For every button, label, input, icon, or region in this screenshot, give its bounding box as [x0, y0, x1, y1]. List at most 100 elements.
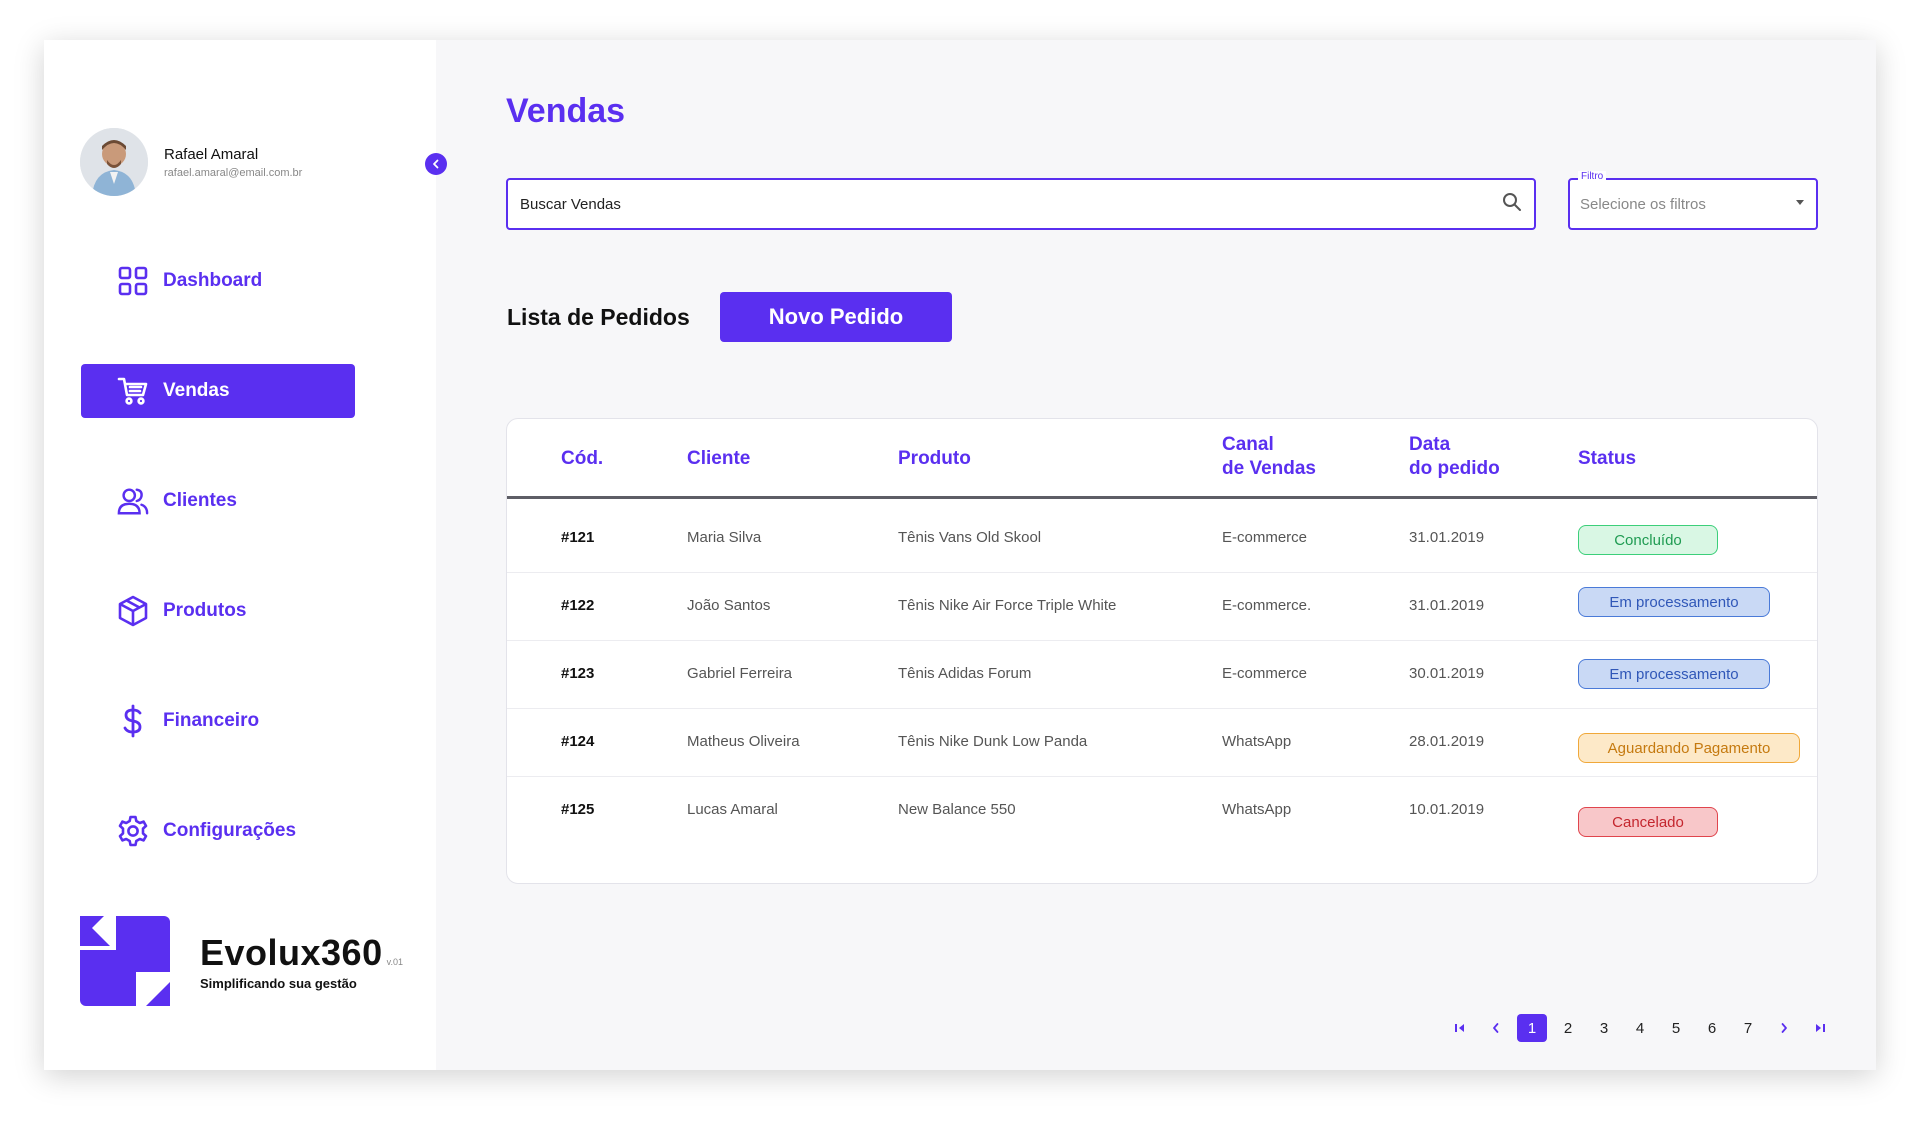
cell-channel: WhatsApp — [1222, 733, 1292, 750]
sidebar-item-clientes[interactable]: Clientes — [81, 474, 355, 528]
filter-select[interactable]: Filtro Selecione os filtros — [1568, 171, 1818, 230]
table-row[interactable]: #124 Matheus Oliveira Tênis Nike Dunk Low … — [507, 709, 1817, 777]
cell-client: João Santos — [687, 597, 771, 614]
search-input[interactable] — [520, 195, 1502, 213]
sidebar-item-label: Produtos — [163, 600, 247, 621]
sidebar-item-label: Configurações — [163, 820, 297, 841]
page-button-6[interactable]: 6 — [1694, 1014, 1730, 1042]
filter-placeholder: Selecione os filtros — [1580, 195, 1706, 213]
column-header-date-line1: Data — [1409, 434, 1451, 455]
column-header-date-line2: do pedido — [1409, 458, 1500, 479]
page-button-4[interactable]: 4 — [1622, 1014, 1658, 1042]
cell-date: 31.01.2019 — [1409, 529, 1485, 546]
status-badge: Aguardando Pagamento — [1578, 733, 1800, 763]
column-header-product[interactable]: Produto — [898, 447, 971, 471]
cell-code: #122 — [561, 597, 595, 614]
cell-channel: E-commerce. — [1222, 597, 1312, 614]
page-button-1[interactable]: 1 — [1517, 1014, 1547, 1042]
search-icon[interactable] — [1502, 192, 1522, 217]
column-header-channel[interactable]: Canal de Vendas — [1222, 433, 1316, 481]
new-order-button[interactable]: Novo Pedido — [720, 292, 952, 342]
cell-date: 28.01.2019 — [1409, 733, 1485, 750]
pagination: 1234567 — [1442, 1014, 1838, 1042]
column-header-status[interactable]: Status — [1578, 447, 1636, 471]
sidebar-item-label: Clientes — [163, 490, 237, 511]
user-profile[interactable]: Rafael Amaral rafael.amaral@email.com.br — [80, 128, 302, 196]
sidebar-item-configuracoes[interactable]: Configurações — [81, 804, 355, 858]
brand-logo: Evolux360 v.01 Simplificando sua gestão — [80, 916, 403, 1006]
cell-client: Matheus Oliveira — [687, 733, 800, 750]
column-header-date[interactable]: Data do pedido — [1409, 433, 1500, 481]
prev-page-button[interactable] — [1478, 1014, 1514, 1042]
avatar — [80, 128, 148, 196]
cell-channel: E-commerce — [1222, 665, 1308, 682]
brand-name: Evolux360 — [200, 931, 383, 973]
dollar-icon — [117, 704, 149, 738]
table-row[interactable]: #123 Gabriel Ferreira Tênis Adidas Forum E-… — [507, 641, 1817, 709]
page-title: Vendas — [506, 92, 626, 130]
sidebar: Rafael Amaral rafael.amaral@email.com.br… — [44, 40, 436, 1070]
cell-code: #124 — [561, 733, 595, 750]
page-button-5[interactable]: 5 — [1658, 1014, 1694, 1042]
cell-product: Tênis Nike Air Force Triple White — [898, 597, 1117, 614]
table-row[interactable]: #125 Lucas Amaral New Balance 550 WhatsApp 1… — [507, 777, 1817, 845]
orders-section-title: Lista de Pedidos — [507, 304, 690, 330]
sidebar-item-produtos[interactable]: Produtos — [81, 584, 355, 638]
sidebar-item-dashboard[interactable]: Dashboard — [81, 254, 355, 308]
users-icon — [117, 485, 149, 517]
cell-channel: E-commerce — [1222, 529, 1308, 546]
cell-product: Tênis Vans Old Skool — [898, 529, 1042, 546]
cell-code: #121 — [561, 529, 595, 546]
table-row[interactable]: #122 João Santos Tênis Nike Air Force Trip… — [507, 573, 1817, 641]
user-name: Rafael Amaral — [164, 145, 259, 163]
cell-code: #123 — [561, 665, 595, 682]
brand-tagline: Simplificando sua gestão — [200, 975, 357, 991]
table-row[interactable]: #121 Maria Silva Tênis Vans Old Skool E-com… — [507, 505, 1817, 573]
filter-label: Filtro — [1578, 171, 1607, 182]
next-page-button[interactable] — [1766, 1014, 1802, 1042]
last-page-button[interactable] — [1802, 1014, 1838, 1042]
cell-code: #125 — [561, 801, 595, 818]
cell-date: 10.01.2019 — [1409, 801, 1485, 818]
cell-product: New Balance 550 — [898, 801, 1016, 818]
cell-client: Lucas Amaral — [687, 801, 778, 818]
orders-table: Cód. Cliente Produto Canal de Vendas Dat… — [506, 418, 1818, 884]
first-page-button[interactable] — [1442, 1014, 1478, 1042]
search-box — [506, 178, 1536, 230]
evolux-logo-icon — [80, 916, 170, 1006]
cell-channel: WhatsApp — [1222, 801, 1292, 818]
collapse-sidebar-button[interactable] — [425, 153, 447, 175]
column-header-channel-line1: Canal — [1222, 434, 1274, 455]
brand-version: v.01 — [386, 956, 403, 967]
table-header: Cód. Cliente Produto Canal de Vendas Dat… — [507, 419, 1817, 499]
sidebar-item-label: Financeiro — [163, 710, 260, 731]
sidebar-item-financeiro[interactable]: Financeiro — [81, 694, 355, 748]
page-numbers: 1234567 — [1514, 1014, 1766, 1042]
app-window: Rafael Amaral rafael.amaral@email.com.br… — [44, 40, 1876, 1070]
status-badge: Em processamento — [1578, 659, 1770, 689]
page-button-7[interactable]: 7 — [1730, 1014, 1766, 1042]
shopping-cart-icon — [117, 375, 149, 407]
sidebar-item-vendas[interactable]: Vendas — [81, 364, 355, 418]
chevron-left-icon — [1493, 1023, 1499, 1033]
chevron-left-icon — [433, 159, 439, 169]
last-page-icon — [1816, 1024, 1825, 1032]
cell-client: Maria Silva — [687, 529, 762, 546]
cell-product: Tênis Adidas Forum — [898, 665, 1032, 682]
first-page-icon — [1455, 1024, 1464, 1032]
cell-date: 31.01.2019 — [1409, 597, 1485, 614]
column-header-channel-line2: de Vendas — [1222, 458, 1316, 479]
column-header-client[interactable]: Cliente — [687, 447, 750, 471]
dropdown-arrow-icon — [1794, 195, 1806, 213]
cell-client: Gabriel Ferreira — [687, 665, 793, 682]
status-badge: Em processamento — [1578, 587, 1770, 617]
page-button-3[interactable]: 3 — [1586, 1014, 1622, 1042]
page-button-2[interactable]: 2 — [1550, 1014, 1586, 1042]
gear-icon — [117, 815, 149, 847]
box-icon — [117, 595, 149, 627]
user-email: rafael.amaral@email.com.br — [164, 166, 303, 179]
chevron-right-icon — [1781, 1023, 1787, 1033]
sidebar-item-label: Vendas — [163, 380, 230, 401]
status-badge: Concluído — [1578, 525, 1718, 555]
column-header-code[interactable]: Cód. — [561, 447, 603, 471]
